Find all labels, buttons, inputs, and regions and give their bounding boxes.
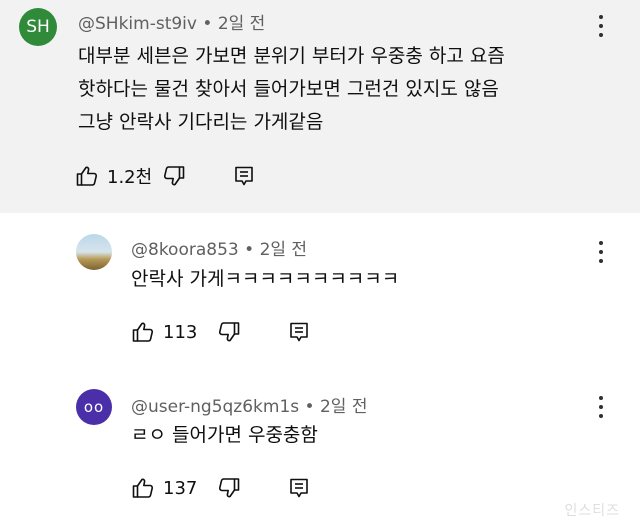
thumbs-up-icon[interactable]: [131, 476, 155, 500]
thumbs-down-icon[interactable]: [217, 320, 241, 344]
more-vert-icon[interactable]: [596, 15, 606, 37]
comment-actions: 1.2천: [75, 162, 256, 190]
watermark: 인스티즈: [564, 503, 620, 519]
comment-actions: 113: [131, 318, 311, 346]
avatar[interactable]: SH: [19, 8, 57, 46]
comment-time[interactable]: 2일 전: [218, 14, 266, 34]
reply-user-ng5qz6km1s: oo @user-ng5qz6km1s • 2일 전 ㄹㅇ 들어가면 우중충함 …: [0, 373, 640, 526]
reply-8koora: @8koora853 • 2일 전 안락사 가게ㅋㅋㅋㅋㅋㅋㅋㅋㅋㅋ 113: [0, 213, 640, 373]
comment-text-line: 안락사 가게ㅋㅋㅋㅋㅋㅋㅋㅋㅋㅋ: [131, 268, 400, 290]
more-vert-icon[interactable]: [596, 396, 606, 418]
more-vert-icon[interactable]: [596, 241, 606, 263]
avatar[interactable]: [76, 234, 112, 270]
meta-separator: •: [304, 397, 315, 417]
comment-text: ㄹㅇ 들어가면 우중충함: [131, 419, 318, 452]
reply-comment-icon[interactable]: [287, 476, 311, 500]
comment-text-line: 핫하다는 물건 찾아서 들어가보면 그런건 있지도 않음: [78, 78, 499, 100]
thumbs-up-icon[interactable]: [75, 164, 99, 188]
thumbs-down-icon[interactable]: [162, 164, 186, 188]
comment-meta: @user-ng5qz6km1s • 2일 전: [131, 392, 367, 417]
comment-shkim: SH @SHkim-st9iv • 2일 전 대부분 세븐은 가보면 분위기 부…: [0, 0, 640, 213]
comment-time[interactable]: 2일 전: [260, 240, 308, 260]
meta-separator: •: [202, 14, 213, 34]
comment-actions: 137: [131, 474, 311, 502]
author-handle[interactable]: @user-ng5qz6km1s: [131, 397, 299, 417]
comment-text-line: 대부분 세븐은 가보면 분위기 부터가 우중충 하고 요즘: [78, 45, 505, 67]
comment-meta: @SHkim-st9iv • 2일 전: [78, 9, 265, 34]
comment-text-line: ㄹㅇ 들어가면 우중충함: [131, 424, 318, 446]
avatar[interactable]: oo: [76, 389, 112, 425]
comment-meta: @8koora853 • 2일 전: [131, 235, 307, 260]
author-handle[interactable]: @SHkim-st9iv: [78, 14, 197, 34]
comment-time[interactable]: 2일 전: [320, 397, 368, 417]
author-handle[interactable]: @8koora853: [131, 240, 239, 260]
reply-comment-icon[interactable]: [287, 320, 311, 344]
like-count: 1.2천: [107, 167, 153, 188]
like-count: 113: [163, 321, 198, 343]
comment-text-line: 그냥 안락사 기다리는 가게같음: [78, 111, 324, 133]
thumbs-up-icon[interactable]: [131, 320, 155, 344]
meta-separator: •: [244, 240, 255, 260]
comment-text: 안락사 가게ㅋㅋㅋㅋㅋㅋㅋㅋㅋㅋ: [131, 263, 399, 296]
reply-comment-icon[interactable]: [232, 164, 256, 188]
thumbs-down-icon[interactable]: [217, 476, 241, 500]
comment-text: 대부분 세븐은 가보면 분위기 부터가 우중충 하고 요즘 핫하다는 물건 찾아…: [78, 40, 505, 139]
like-count: 137: [163, 477, 198, 499]
